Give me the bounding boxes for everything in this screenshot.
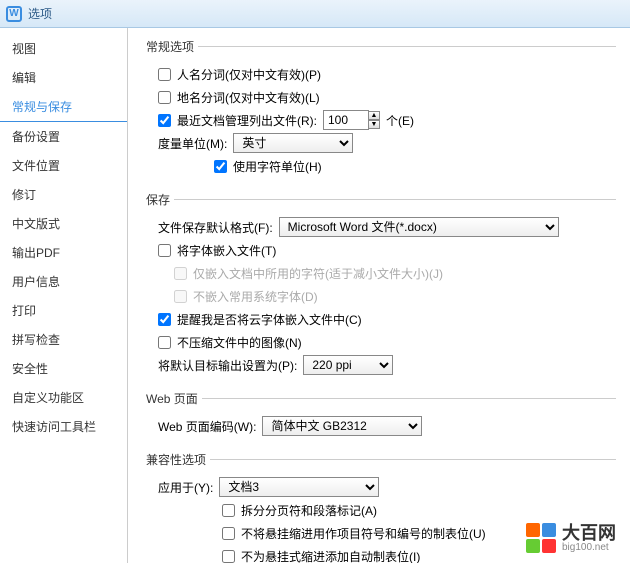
checkbox-embed-used-only	[174, 267, 187, 280]
sidebar-item-output-pdf[interactable]: 输出PDF	[0, 238, 127, 267]
content: 常规选项 人名分词(仅对中文有效)(P) 地名分词(仅对中文有效)(L) 最近文…	[128, 28, 630, 563]
select-default-res[interactable]: 220 ppi	[303, 355, 393, 375]
sidebar-item-spellcheck[interactable]: 拼写检查	[0, 325, 127, 354]
label-no-compress: 不压缩文件中的图像(N)	[177, 334, 302, 351]
logo-text: 大百网	[562, 524, 616, 542]
checkbox-no-hanging-tab[interactable]	[222, 527, 235, 540]
label-default-format: 文件保存默认格式(F):	[158, 219, 273, 236]
label-embed-fonts: 将字体嵌入文件(T)	[177, 242, 276, 259]
sidebar: 视图 编辑 常规与保存 备份设置 文件位置 修订 中文版式 输出PDF 用户信息…	[0, 28, 128, 563]
sidebar-item-security[interactable]: 安全性	[0, 354, 127, 383]
spinner-recent-docs[interactable]: ▲▼	[368, 111, 380, 129]
sidebar-item-view[interactable]: 视图	[0, 34, 127, 63]
checkbox-no-embed-common	[174, 290, 187, 303]
group-save-legend: 保存	[142, 191, 174, 208]
label-recent-docs: 最近文档管理列出文件(R):	[177, 112, 317, 129]
sidebar-item-revision[interactable]: 修订	[0, 180, 127, 209]
label-warn-cloud: 提醒我是否将云字体嵌入文件中(C)	[177, 311, 362, 328]
label-no-embed-common: 不嵌入常用系统字体(D)	[193, 288, 318, 305]
select-default-format[interactable]: Microsoft Word 文件(*.docx)	[279, 217, 559, 237]
label-char-unit: 使用字符单位(H)	[233, 158, 322, 175]
sidebar-item-user-info[interactable]: 用户信息	[0, 267, 127, 296]
label-place-name: 地名分词(仅对中文有效)(L)	[177, 89, 320, 106]
sidebar-item-backup[interactable]: 备份设置	[0, 122, 127, 151]
label-apply-to: 应用于(Y):	[158, 479, 213, 496]
sidebar-item-quick-access[interactable]: 快速访问工具栏	[0, 412, 127, 441]
group-compat-legend: 兼容性选项	[142, 451, 210, 468]
sidebar-item-customize-ribbon[interactable]: 自定义功能区	[0, 383, 127, 412]
input-recent-docs-count[interactable]	[323, 110, 369, 130]
group-web: Web 页面 Web 页面编码(W): 简体中文 GB2312	[142, 390, 616, 443]
sidebar-item-general-save[interactable]: 常规与保存	[0, 92, 127, 122]
label-unit: 度量单位(M):	[158, 135, 227, 152]
label-person-name: 人名分词(仅对中文有效)(P)	[177, 66, 321, 83]
label-no-auto-tab: 不为悬挂式缩进添加自动制表位(I)	[241, 548, 420, 563]
sidebar-item-edit[interactable]: 编辑	[0, 63, 127, 92]
sidebar-item-file-location[interactable]: 文件位置	[0, 151, 127, 180]
group-save: 保存 文件保存默认格式(F): Microsoft Word 文件(*.docx…	[142, 191, 616, 382]
checkbox-no-compress[interactable]	[158, 336, 171, 349]
checkbox-person-name[interactable]	[158, 68, 171, 81]
label-split-page: 拆分分页符和段落标记(A)	[241, 502, 377, 519]
checkbox-recent-docs[interactable]	[158, 114, 171, 127]
watermark-logo: 大百网 big100.net	[526, 523, 616, 553]
group-web-legend: Web 页面	[142, 390, 202, 407]
checkbox-split-page[interactable]	[222, 504, 235, 517]
checkbox-char-unit[interactable]	[214, 160, 227, 173]
group-general-legend: 常规选项	[142, 38, 198, 55]
window-title: 选项	[28, 5, 52, 22]
logo-icon	[526, 523, 556, 553]
sidebar-item-chinese-layout[interactable]: 中文版式	[0, 209, 127, 238]
titlebar: W 选项	[0, 0, 630, 28]
label-default-res: 将默认目标输出设置为(P):	[158, 357, 297, 374]
sidebar-item-print[interactable]: 打印	[0, 296, 127, 325]
label-web-encoding: Web 页面编码(W):	[158, 418, 256, 435]
main: 视图 编辑 常规与保存 备份设置 文件位置 修订 中文版式 输出PDF 用户信息…	[0, 28, 630, 563]
logo-subtext: big100.net	[562, 542, 616, 553]
label-embed-used-only: 仅嵌入文档中所用的字符(适于减小文件大小)(J)	[193, 265, 443, 282]
checkbox-no-auto-tab[interactable]	[222, 550, 235, 563]
select-apply-to[interactable]: 文档3	[219, 477, 379, 497]
checkbox-warn-cloud[interactable]	[158, 313, 171, 326]
label-recent-docs-unit: 个(E)	[386, 112, 414, 129]
select-unit[interactable]: 英寸	[233, 133, 353, 153]
select-web-encoding[interactable]: 简体中文 GB2312	[262, 416, 422, 436]
label-no-hanging-tab: 不将悬挂缩进用作项目符号和编号的制表位(U)	[241, 525, 486, 542]
checkbox-place-name[interactable]	[158, 91, 171, 104]
checkbox-embed-fonts[interactable]	[158, 244, 171, 257]
app-icon: W	[6, 6, 22, 22]
group-general: 常规选项 人名分词(仅对中文有效)(P) 地名分词(仅对中文有效)(L) 最近文…	[142, 38, 616, 183]
